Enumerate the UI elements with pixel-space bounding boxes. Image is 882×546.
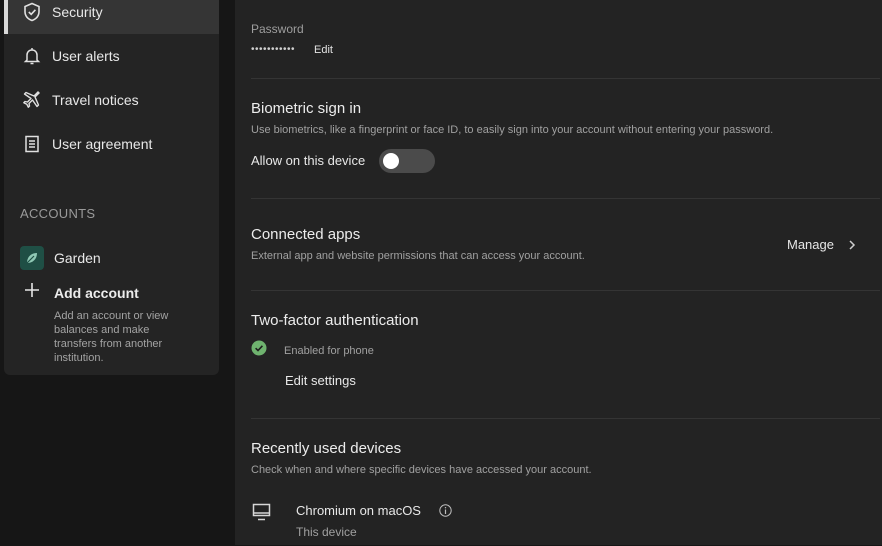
info-icon[interactable]: [439, 504, 452, 517]
document-icon: [22, 134, 42, 154]
divider: [251, 418, 880, 419]
devices-title: Recently used devices: [251, 440, 402, 457]
connected-apps-description: External app and website permissions tha…: [251, 250, 585, 262]
sidebar-item-label: Travel notices: [52, 92, 139, 108]
sidebar-item-label: Security: [52, 4, 103, 20]
leaf-icon: [20, 246, 44, 270]
add-account-button[interactable]: Add account: [24, 282, 139, 303]
sidebar-item-label: User agreement: [52, 136, 153, 152]
biometric-toggle[interactable]: [379, 149, 435, 173]
toggle-knob: [383, 153, 399, 169]
divider: [251, 198, 880, 199]
sidebar-item-security[interactable]: Security: [4, 0, 219, 34]
password-label: Password: [251, 22, 304, 36]
airplane-icon: [22, 90, 42, 110]
divider: [251, 290, 880, 291]
plus-icon: [24, 282, 40, 303]
security-settings-panel: Password ••••••••••• Edit Biometric sign…: [235, 0, 882, 545]
monitor-icon: [251, 502, 273, 522]
biometric-description: Use biometrics, like a fingerprint or fa…: [251, 124, 774, 136]
manage-connected-apps-button[interactable]: Manage: [787, 237, 858, 252]
account-garden[interactable]: Garden: [20, 246, 101, 270]
connected-apps-title: Connected apps: [251, 226, 361, 243]
shield-check-icon: [22, 2, 42, 22]
password-mask: •••••••••••: [251, 44, 296, 55]
edit-password-link[interactable]: Edit: [314, 44, 333, 56]
add-account-label: Add account: [54, 284, 139, 301]
two-factor-title: Two-factor authentication: [251, 312, 419, 329]
biometric-title: Biometric sign in: [251, 100, 362, 117]
biometric-toggle-label: Allow on this device: [251, 153, 366, 168]
accounts-section-title: ACCOUNTS: [20, 206, 96, 221]
sidebar-item-user-alerts[interactable]: User alerts: [4, 34, 219, 78]
two-factor-status: Enabled for phone: [251, 340, 374, 361]
devices-description: Check when and where specific devices ha…: [251, 464, 592, 476]
add-account-description: Add an account or view balances and make…: [54, 310, 169, 364]
device-subtitle: This device: [296, 525, 357, 539]
device-name: Chromium on macOS: [296, 503, 421, 518]
bell-icon: [22, 46, 42, 66]
two-factor-status-label: Enabled for phone: [284, 344, 374, 357]
sidebar-item-user-agreement[interactable]: User agreement: [4, 122, 219, 166]
divider: [251, 78, 880, 79]
account-name: Garden: [54, 250, 101, 266]
device-row: Chromium on macOS This device: [251, 502, 851, 546]
sidebar-item-travel-notices[interactable]: Travel notices: [4, 78, 219, 122]
sidebar-item-label: User alerts: [52, 48, 120, 64]
check-circle-icon: [251, 340, 267, 361]
sidebar: Security User alerts Travel notices User…: [4, 0, 219, 375]
manage-label: Manage: [787, 237, 834, 252]
chevron-right-icon: [846, 239, 858, 251]
edit-two-factor-settings-link[interactable]: Edit settings: [285, 373, 356, 388]
